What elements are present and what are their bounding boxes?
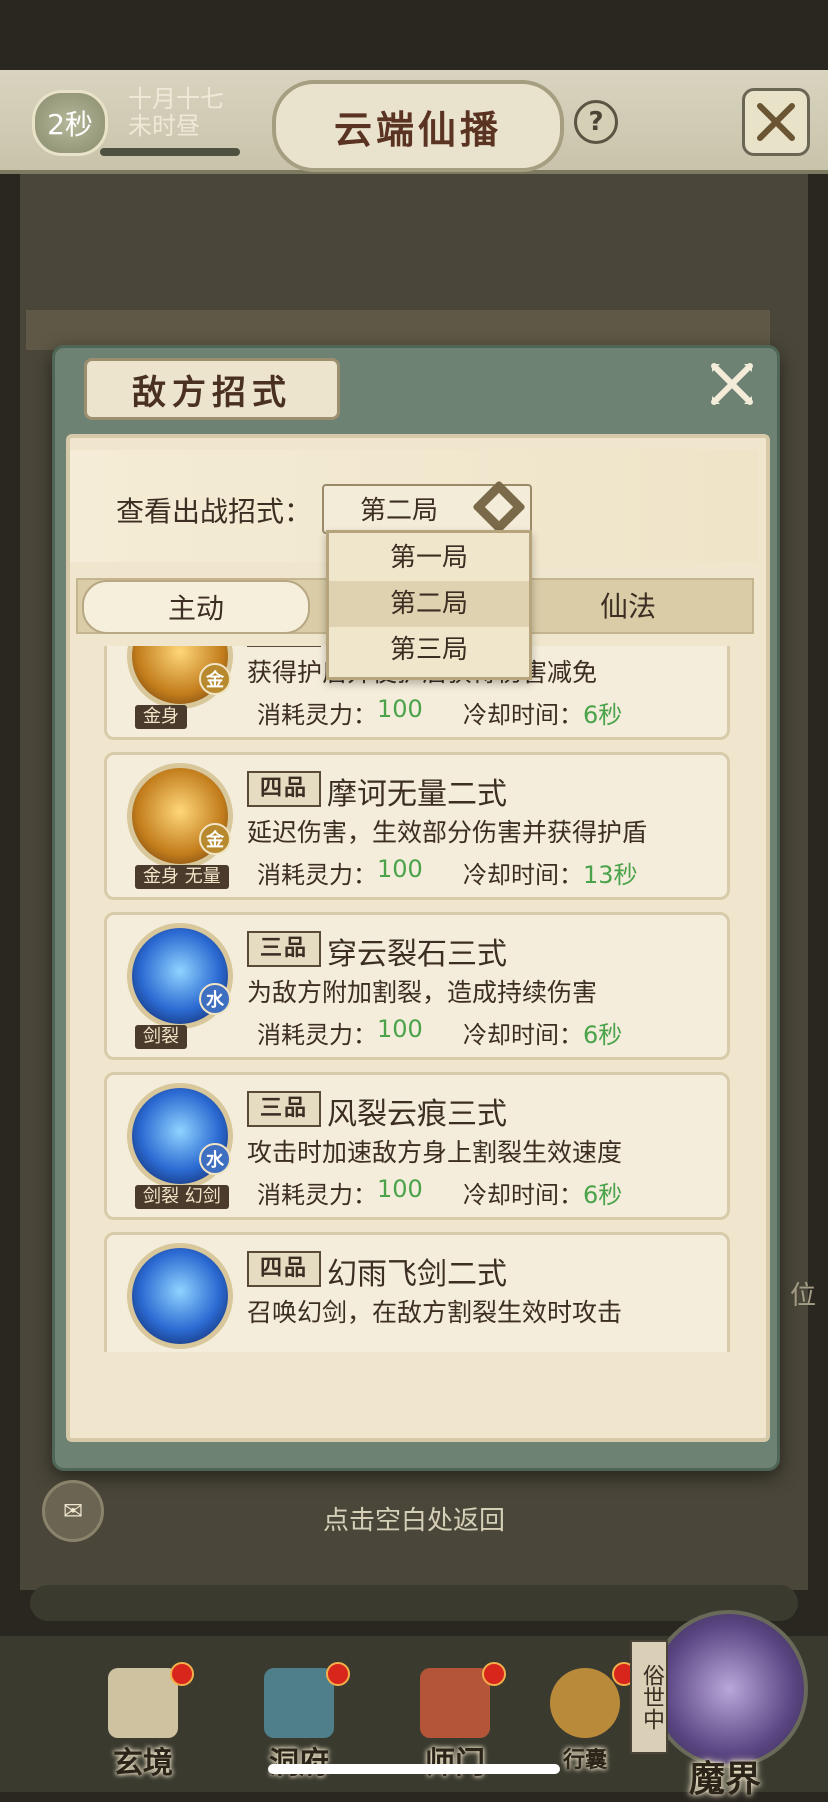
tap-to-close-hint[interactable]: 点击空白处返回 [0,1500,828,1537]
close-icon [711,363,753,405]
pavilion-icon [264,1668,334,1738]
skill-grade: 四品 [247,771,321,807]
skill-tag: 金身 无量 [135,865,229,889]
notification-dot [482,1662,506,1686]
cooldown-label: 冷却时间： [463,861,583,889]
cooldown-value: 6秒 [583,1021,623,1049]
dropdown-option[interactable]: 第三局 [329,627,529,673]
cost-value: 100 [377,1175,423,1203]
cooldown-value: 6秒 [583,701,623,729]
home-indicator [268,1764,560,1774]
modal-title-plate: 敌方招式 [84,358,340,420]
skill-name: 摩诃无量二式 [327,777,507,812]
round-filter-label: 查看出战招式： [116,495,313,528]
cooldown-value: 13秒 [583,861,638,889]
cost-value: 100 [377,855,423,883]
cooldown-label: 冷却时间： [463,1181,583,1209]
skill-icon [127,1243,233,1349]
cooldown-label: 冷却时间： [463,701,583,729]
round-dropdown-menu: 第一局 第二局 第三局 [326,530,532,680]
nav-label: 师门 [400,1738,510,1782]
skill-grade: 四品 [247,1251,321,1287]
scroll-icon [108,1668,178,1738]
skill-description: 召唤幻剑，在敌方割裂生效时攻击 [247,1298,623,1327]
close-icon [757,103,795,141]
skill-name: 穿云裂石三式 [327,937,507,972]
close-page-button[interactable] [742,88,810,156]
cost-value: 100 [377,1015,423,1043]
time-progress-bar [100,148,240,156]
dropdown-option-selected[interactable]: 第二局 [329,581,529,627]
demon-realm-portal[interactable] [650,1610,808,1768]
cost-label: 消耗灵力： [257,1181,377,1209]
skill-grade: 四品 [247,646,321,647]
skill-name: 风裂云痕三式 [327,1097,507,1132]
nav-item-xingnang[interactable]: 行囊 [530,1662,640,1778]
cooldown-value: 6秒 [583,1181,623,1209]
modal-close-button[interactable] [702,360,762,414]
skill-grade: 三品 [247,931,321,967]
nav-item-xuanjing[interactable]: 玄境 [88,1662,198,1781]
date-line-1: 十月十七 [128,85,224,113]
background-banner [26,310,770,350]
chat-bar[interactable] [30,1585,798,1621]
round-select-value: 第二局 [360,496,439,526]
skill-description: 延迟伤害，生效部分伤害并获得护盾 [247,818,648,847]
skill-description: 攻击时加速敌方身上割裂生效速度 [247,1138,623,1167]
help-button[interactable]: ? [574,100,618,144]
nav-item-dongfu[interactable]: 洞府 [244,1662,354,1781]
banner-icon [420,1668,490,1738]
element-badge: 水 [199,1143,231,1175]
cost-label: 消耗灵力： [257,1021,377,1049]
skill-card[interactable]: 水 剑裂 三品 穿云裂石三式 为敌方附加割裂，造成持续伤害 消耗灵力： 100 … [104,912,730,1060]
element-badge: 金 [199,663,231,695]
nav-item-shimen[interactable]: 师门 [400,1662,510,1781]
skill-card[interactable]: 金 金身 无量 四品 摩诃无量二式 延迟伤害，生效部分伤害并获得护盾 消耗灵力：… [104,752,730,900]
skill-card[interactable]: 四品 幻雨飞剑二式 召唤幻剑，在敌方割裂生效时攻击 [104,1232,730,1352]
timer-badge: 2秒 [32,90,108,156]
notification-dot [170,1662,194,1686]
page-title: 云端仙播 [333,106,502,152]
skill-tag: 剑裂 [135,1025,187,1049]
demon-realm-label: 魔界 [688,1758,761,1800]
bag-icon [550,1668,620,1738]
page-title-plate: 云端仙播 [272,80,564,172]
date-line-2: 未时昼 [128,112,200,140]
dropdown-option[interactable]: 第一局 [329,535,529,581]
skill-description: 为敌方附加割裂，造成持续伤害 [247,978,598,1007]
tab-active-skills[interactable]: 主动 [82,580,310,634]
skill-list[interactable]: 金 金身 四品 获得护盾并使护盾获得伤害减免 消耗灵力： 100 冷却时间： 6… [76,646,750,1352]
element-badge: 水 [199,983,231,1015]
nav-label: 玄境 [113,1746,173,1781]
skill-name: 幻雨飞剑二式 [327,1257,507,1292]
cost-label: 消耗灵力： [257,861,377,889]
skill-card[interactable]: 水 剑裂 幻剑 三品 风裂云痕三式 攻击时加速敌方身上割裂生效速度 消耗灵力： … [104,1072,730,1220]
background-side-text: 位 [790,1281,817,1311]
tab-xianfa[interactable]: 仙法 [600,585,656,625]
skill-tag: 金身 [135,705,187,729]
skill-tag: 剑裂 幻剑 [135,1185,229,1209]
game-date: 十月十七 未时昼 [128,86,224,140]
cooldown-label: 冷却时间： [463,1021,583,1049]
element-badge: 金 [199,823,231,855]
skill-grade: 三品 [247,1091,321,1127]
realm-vertical-tag: 俗世中 [630,1640,668,1754]
notification-dot [326,1662,350,1686]
tab-active-label: 主动 [167,592,224,625]
modal-title: 敌方招式 [132,372,292,413]
cost-label: 消耗灵力： [257,701,377,729]
cost-value: 100 [377,695,423,723]
nav-label: 洞府 [244,1738,354,1782]
